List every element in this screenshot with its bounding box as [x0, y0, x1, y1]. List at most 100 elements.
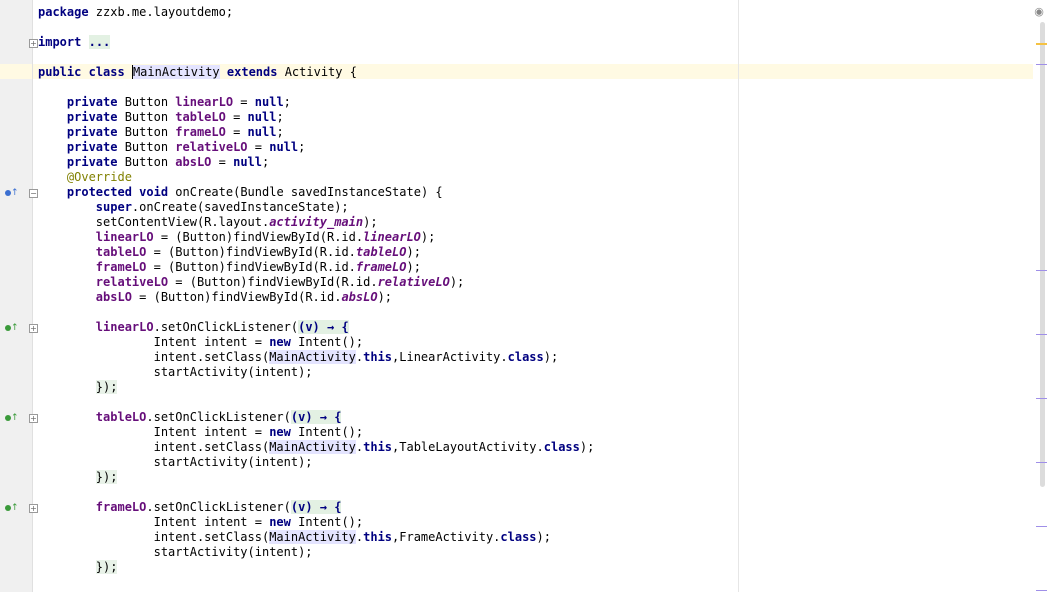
- code-line[interactable]: startActivity(intent);: [38, 545, 738, 560]
- code-token: @Override: [66, 170, 132, 184]
- right-margin-guide: [738, 0, 739, 592]
- code-token: zzxb.me.layoutdemo;: [88, 5, 234, 19]
- code-line[interactable]: private Button frameLO = null;: [38, 125, 738, 140]
- code-token: private: [66, 110, 118, 124]
- fold-expand-icon[interactable]: +: [29, 414, 38, 423]
- code-line[interactable]: tableLO.setOnClickListener((v) → {: [38, 410, 738, 425]
- code-token: = (Button)findViewById(R.id.: [168, 275, 378, 289]
- code-line[interactable]: startActivity(intent);: [38, 455, 738, 470]
- code-token: );: [363, 215, 378, 229]
- code-token: relativeLO: [377, 275, 450, 289]
- code-token: ;: [276, 125, 284, 139]
- code-line[interactable]: @Override: [38, 170, 738, 185]
- usage-marker[interactable]: [1036, 270, 1047, 271]
- code-line[interactable]: startActivity(intent);: [38, 365, 738, 380]
- code-token: setContentView(R.layout.: [38, 215, 270, 229]
- implements-method-icon[interactable]: ↑: [5, 413, 19, 423]
- code-line[interactable]: private Button tableLO = null;: [38, 110, 738, 125]
- code-line[interactable]: import ...: [38, 35, 738, 50]
- code-line[interactable]: [38, 485, 738, 500]
- code-editor[interactable]: package zzxb.me.layoutdemo; import ... p…: [38, 5, 738, 575]
- code-line[interactable]: [38, 305, 738, 320]
- code-token: class: [543, 440, 580, 454]
- code-token: startActivity(intent);: [38, 365, 313, 379]
- code-token: ,LinearActivity.: [392, 350, 508, 364]
- code-token: ...: [88, 35, 111, 49]
- code-token: private: [66, 125, 118, 139]
- code-token: startActivity(intent);: [38, 545, 313, 559]
- code-line[interactable]: private Button relativeLO = null;: [38, 140, 738, 155]
- code-token: });: [95, 470, 118, 484]
- usage-marker[interactable]: [1036, 526, 1047, 527]
- usage-marker[interactable]: [1036, 64, 1047, 65]
- code-line[interactable]: private Button absLO = null;: [38, 155, 738, 170]
- code-line[interactable]: intent.setClass(MainActivity.this,Linear…: [38, 350, 738, 365]
- usage-marker[interactable]: [1036, 334, 1047, 335]
- code-line[interactable]: Intent intent = new Intent();: [38, 515, 738, 530]
- code-line[interactable]: protected void onCreate(Bundle savedInst…: [38, 185, 738, 200]
- override-method-icon[interactable]: ↑: [5, 188, 19, 198]
- code-token: import: [38, 35, 82, 49]
- fold-expand-icon[interactable]: +: [29, 324, 38, 333]
- code-line[interactable]: Intent intent = new Intent();: [38, 335, 738, 350]
- code-line[interactable]: frameLO = (Button)findViewById(R.id.fram…: [38, 260, 738, 275]
- code-line[interactable]: });: [38, 560, 738, 575]
- code-line[interactable]: linearLO.setOnClickListener((v) → {: [38, 320, 738, 335]
- code-token: Button: [117, 155, 176, 169]
- code-line[interactable]: [38, 80, 738, 95]
- code-line[interactable]: private Button linearLO = null;: [38, 95, 738, 110]
- code-token: );: [406, 245, 421, 259]
- code-line[interactable]: linearLO = (Button)findViewById(R.id.lin…: [38, 230, 738, 245]
- code-line[interactable]: });: [38, 470, 738, 485]
- usage-marker[interactable]: [1036, 462, 1047, 463]
- fold-expand-icon[interactable]: +: [29, 504, 38, 513]
- code-token: null: [269, 140, 299, 154]
- code-token: public: [38, 65, 82, 79]
- implements-method-icon[interactable]: ↑: [5, 503, 19, 513]
- code-token: );: [420, 230, 436, 244]
- code-line[interactable]: [38, 395, 738, 410]
- fold-expand-icon[interactable]: +: [29, 39, 38, 48]
- scrollbar-thumb[interactable]: [1040, 22, 1045, 487]
- code-token: frameLO: [175, 125, 226, 139]
- code-line[interactable]: [38, 50, 738, 65]
- code-token: Activity {: [277, 65, 357, 79]
- code-token: Intent intent =: [38, 515, 270, 529]
- eye-icon[interactable]: ◉: [1033, 6, 1045, 18]
- usage-marker[interactable]: [1036, 590, 1047, 591]
- code-token: onCreate(Bundle savedInstanceState) {: [168, 185, 443, 199]
- code-token: package: [38, 5, 89, 19]
- code-line[interactable]: Intent intent = new Intent();: [38, 425, 738, 440]
- code-token: intent.setClass(: [38, 350, 270, 364]
- code-token: null: [247, 125, 277, 139]
- code-token: (v) → {: [290, 410, 342, 424]
- warning-marker[interactable]: [1036, 43, 1047, 45]
- code-line[interactable]: setContentView(R.layout.activity_main);: [38, 215, 738, 230]
- code-line[interactable]: });: [38, 380, 738, 395]
- code-token: = (Button)findViewById(R.id.: [146, 260, 356, 274]
- code-token: private: [66, 155, 118, 169]
- code-line[interactable]: intent.setClass(MainActivity.this,TableL…: [38, 440, 738, 455]
- code-line[interactable]: [38, 20, 738, 35]
- usage-marker[interactable]: [1036, 398, 1047, 399]
- code-line[interactable]: intent.setClass(MainActivity.this,FrameA…: [38, 530, 738, 545]
- fold-collapse-icon[interactable]: −: [29, 189, 38, 198]
- code-token: protected: [66, 185, 132, 199]
- code-line[interactable]: frameLO.setOnClickListener((v) → {: [38, 500, 738, 515]
- code-line[interactable]: super.onCreate(savedInstanceState);: [38, 200, 738, 215]
- code-line[interactable]: absLO = (Button)findViewById(R.id.absLO)…: [38, 290, 738, 305]
- code-token: void: [139, 185, 169, 199]
- code-token: .onCreate(savedInstanceState);: [131, 200, 349, 214]
- code-line[interactable]: public class MainActivity extends Activi…: [38, 65, 738, 80]
- code-token: );: [406, 260, 421, 274]
- code-line[interactable]: tableLO = (Button)findViewById(R.id.tabl…: [38, 245, 738, 260]
- code-line[interactable]: package zzxb.me.layoutdemo;: [38, 5, 738, 20]
- implements-method-icon[interactable]: ↑: [5, 323, 19, 333]
- code-line[interactable]: relativeLO = (Button)findViewById(R.id.r…: [38, 275, 738, 290]
